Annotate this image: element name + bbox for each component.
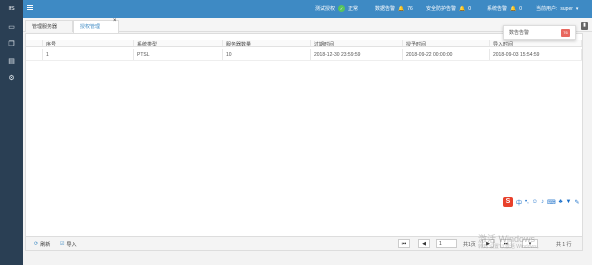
wrench-icon[interactable]: ✎ — [575, 199, 580, 206]
alert-count-badge: 76 — [561, 29, 570, 37]
cell-system-type: PTSL — [134, 49, 223, 60]
refresh-button[interactable]: ⟳ 刷新 — [34, 240, 50, 248]
bell-icon: 🔔 — [510, 5, 517, 12]
column-header[interactable]: 服务器数量 — [223, 40, 311, 46]
current-user-name: super — [560, 5, 573, 12]
alert-popup-label: 数告告警 — [509, 30, 530, 36]
emoji-icon[interactable]: ☺ — [532, 199, 538, 205]
records-text: 共 1 行 — [556, 242, 572, 248]
data-alerts-label: 数据告警 — [375, 6, 396, 12]
punctuation-icon[interactable]: •, — [525, 199, 529, 205]
user-menu[interactable]: 当前用户: super ▾ — [536, 5, 579, 13]
sidebar: IfS ▭ ❐ ▤ ⚙ — [0, 0, 23, 265]
security-alerts-label: 安全防护告警 — [426, 6, 457, 12]
top-bar: 测试授权 ✓ 正常 数据告警 🔔 76 安全防护告警 🔔 0 系统告警 🔔 0 … — [23, 0, 592, 18]
column-header[interactable]: 过期时间 — [311, 40, 403, 46]
data-alerts[interactable]: 数据告警 🔔 76 — [375, 5, 413, 13]
alert-popup[interactable]: 数告告警 76 — [503, 25, 576, 40]
tab-manage-servers[interactable]: 管理服务器 — [25, 20, 73, 32]
bell-icon: 🔔 — [398, 5, 405, 12]
test-license-status[interactable]: 测试授权 ✓ 正常 — [315, 5, 358, 12]
caret-down-icon: ▾ — [575, 5, 579, 12]
security-alerts-count: 0 — [468, 5, 472, 12]
column-header[interactable] — [26, 40, 43, 46]
cogs-icon[interactable]: ⚙ — [0, 69, 23, 86]
ok-check-icon: ✓ — [338, 5, 346, 12]
close-icon[interactable]: × — [113, 18, 119, 25]
sogou-logo-icon[interactable]: S — [503, 197, 513, 207]
refresh-icon: ⟳ — [34, 241, 39, 247]
row-checkbox[interactable] — [26, 49, 43, 60]
prev-page-button[interactable]: ◀ — [418, 239, 430, 248]
test-license-state: 正常 — [348, 6, 359, 12]
trash-icon[interactable]: ▮ — [581, 22, 588, 30]
column-header[interactable]: 序号 — [43, 40, 134, 46]
cell-grant-time: 2018-09-22 00:00:00 — [403, 49, 490, 60]
security-alerts[interactable]: 安全防护告警 🔔 0 — [426, 5, 472, 13]
file-icon[interactable]: ▤ — [0, 52, 23, 69]
cell-index: 1 — [43, 49, 134, 60]
ime-lang-toggle[interactable]: 中 — [516, 198, 522, 207]
system-alerts[interactable]: 系统告警 🔔 0 — [487, 5, 523, 13]
tab-license-management[interactable]: 授权管理 × — [73, 18, 119, 33]
table-row[interactable]: 1 PTSL 10 2018-12-30 23:59:59 2018-09-22… — [26, 49, 582, 61]
import-label: 导入 — [66, 241, 77, 248]
skin-icon[interactable]: ♣ — [559, 199, 563, 205]
tab-label: 管理服务器 — [32, 24, 58, 30]
bell-icon: 🔔 — [459, 5, 466, 12]
current-user-label: 当前用户: — [536, 6, 558, 12]
column-header[interactable]: 导入时间 — [490, 40, 582, 46]
column-header[interactable]: 系统类型 — [134, 40, 223, 46]
microphone-icon[interactable]: ♪ — [541, 199, 544, 205]
watermark-line2: 转到'设置'以激活 Windows。 — [478, 244, 542, 250]
cell-expire-time: 2018-12-30 23:59:59 — [311, 49, 403, 60]
documents-icon[interactable]: ❐ — [0, 35, 23, 52]
license-grid: 序号 系统类型 服务器数量 过期时间 授予时间 导入时间 1 PTSL 10 2… — [25, 33, 583, 251]
data-alerts-count: 76 — [407, 5, 413, 12]
cell-server-count: 10 — [223, 49, 311, 60]
laptop-icon[interactable]: ▭ — [0, 18, 23, 35]
cell-import-time: 2018-09-03 15:54:59 — [490, 49, 582, 60]
tab-label: 授权管理 — [80, 24, 101, 30]
import-button[interactable]: ☑ 导入 — [60, 240, 77, 248]
grid-header: 序号 系统类型 服务器数量 过期时间 授予时间 导入时间 — [26, 40, 582, 47]
app-logo: IfS — [8, 6, 15, 12]
total-pages-text: 共1页 — [463, 242, 476, 248]
menu-toggle-icon[interactable] — [27, 4, 33, 10]
shirt-icon[interactable]: ▼ — [566, 199, 572, 205]
refresh-label: 刷新 — [40, 241, 51, 248]
keyboard-icon[interactable]: ⌨ — [547, 199, 556, 206]
ime-toolbar: S 中 •, ☺ ♪ ⌨ ♣ ▼ ✎ — [503, 196, 588, 208]
page-number-input[interactable]: 1 — [436, 239, 457, 248]
system-alerts-count: 0 — [519, 5, 523, 12]
system-alerts-label: 系统告警 — [487, 6, 508, 12]
import-icon: ☑ — [60, 241, 65, 247]
test-license-label: 测试授权 — [315, 6, 336, 12]
windows-activation-watermark: 激活 Windows 转到'设置'以激活 Windows。 — [478, 232, 542, 250]
first-page-button[interactable]: ⏮ — [398, 239, 410, 248]
column-header[interactable]: 授予时间 — [403, 40, 490, 46]
